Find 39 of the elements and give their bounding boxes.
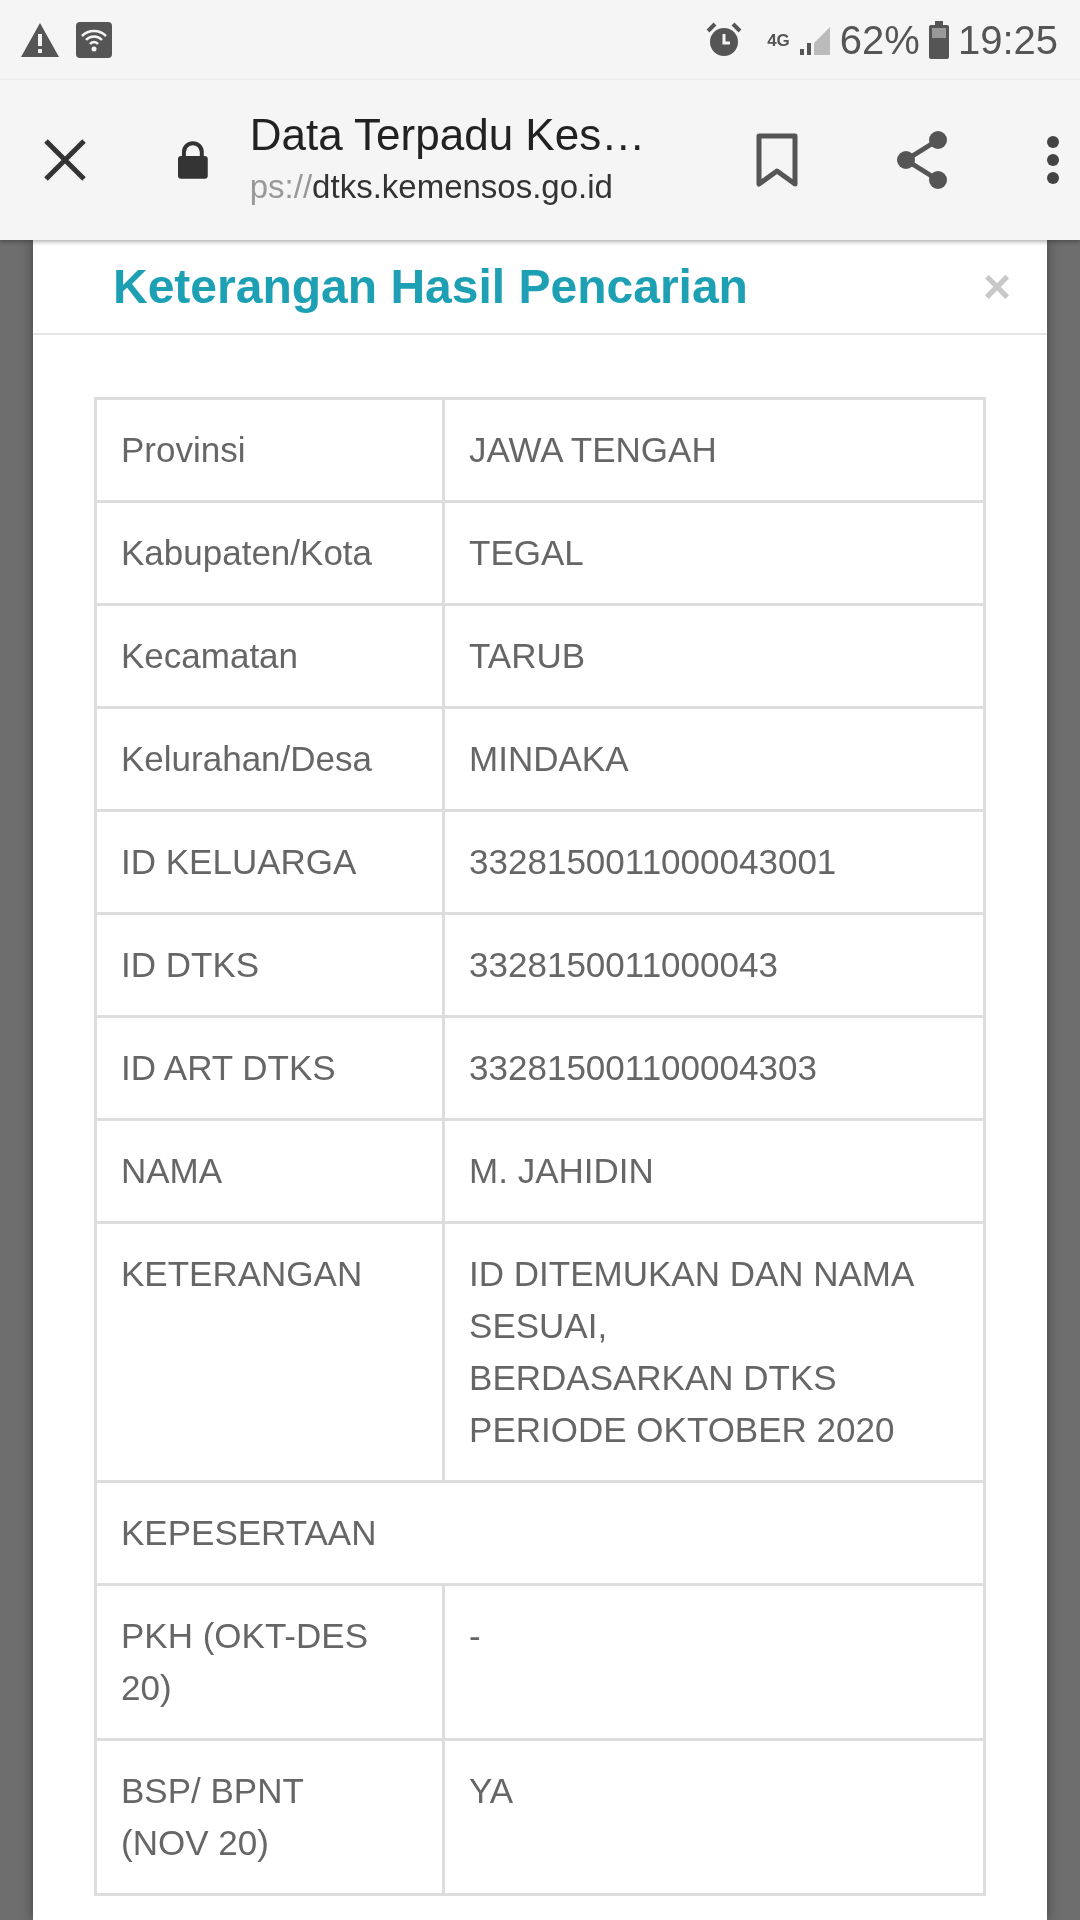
modal-title: Keterangan Hasil Pencarian bbox=[113, 258, 748, 315]
close-button[interactable] bbox=[42, 137, 88, 183]
label-cell: Kecamatan bbox=[95, 604, 444, 708]
label-cell: ID DTKS bbox=[95, 913, 444, 1017]
label-cell: Kelurahan/Desa bbox=[95, 707, 444, 811]
page-url: ps://dtks.kemensos.go.id bbox=[249, 166, 614, 207]
value-cell: TEGAL bbox=[443, 501, 985, 605]
warning-icon bbox=[20, 22, 60, 58]
value-cell: YA bbox=[443, 1739, 985, 1895]
label-cell: BSP/ BPNT (NOV 20) bbox=[95, 1739, 444, 1895]
value-cell: MINDAKA bbox=[443, 707, 985, 811]
value-cell: JAWA TENGAH bbox=[443, 398, 985, 502]
battery-percent: 62% bbox=[839, 17, 920, 64]
network-type: 4G bbox=[767, 31, 790, 49]
label-cell: Provinsi bbox=[95, 398, 444, 502]
value-cell: ID DITEMUKAN DAN NAMA SESUAI, BERDASARKAN DTKS PERIODE OKTOBER 2020 bbox=[443, 1222, 985, 1482]
label-cell: Kabupaten/Kota bbox=[95, 501, 444, 605]
battery-icon bbox=[927, 21, 950, 59]
clock: 19:25 bbox=[957, 17, 1058, 64]
value-cell: 3328150011000043 bbox=[443, 913, 985, 1017]
section-cell: KEPESERTAAN bbox=[95, 1481, 985, 1585]
value-cell: TARUB bbox=[443, 604, 985, 708]
menu-button[interactable] bbox=[1046, 135, 1060, 185]
label-cell: NAMA bbox=[95, 1119, 444, 1223]
value-cell: M. JAHIDIN bbox=[443, 1119, 985, 1223]
label-cell: PKH (OKT-DES 20) bbox=[95, 1584, 444, 1740]
alarm-icon bbox=[705, 21, 744, 59]
value-cell: 3328150011000043001 bbox=[443, 810, 985, 914]
close-button[interactable]: × bbox=[982, 262, 1011, 311]
value-cell: 332815001100004303 bbox=[443, 1016, 985, 1120]
label-cell: ID ART DTKS bbox=[95, 1016, 444, 1120]
bookmark-button[interactable] bbox=[756, 133, 798, 187]
label-cell: ID KELUARGA bbox=[95, 810, 444, 914]
wifi-icon bbox=[76, 22, 112, 58]
page-title: Data Terpadu Kes… bbox=[249, 108, 647, 161]
lock-icon bbox=[178, 141, 208, 179]
label-cell: KETERANGAN bbox=[95, 1222, 444, 1482]
share-button[interactable] bbox=[894, 130, 950, 190]
value-cell: - bbox=[443, 1584, 985, 1740]
